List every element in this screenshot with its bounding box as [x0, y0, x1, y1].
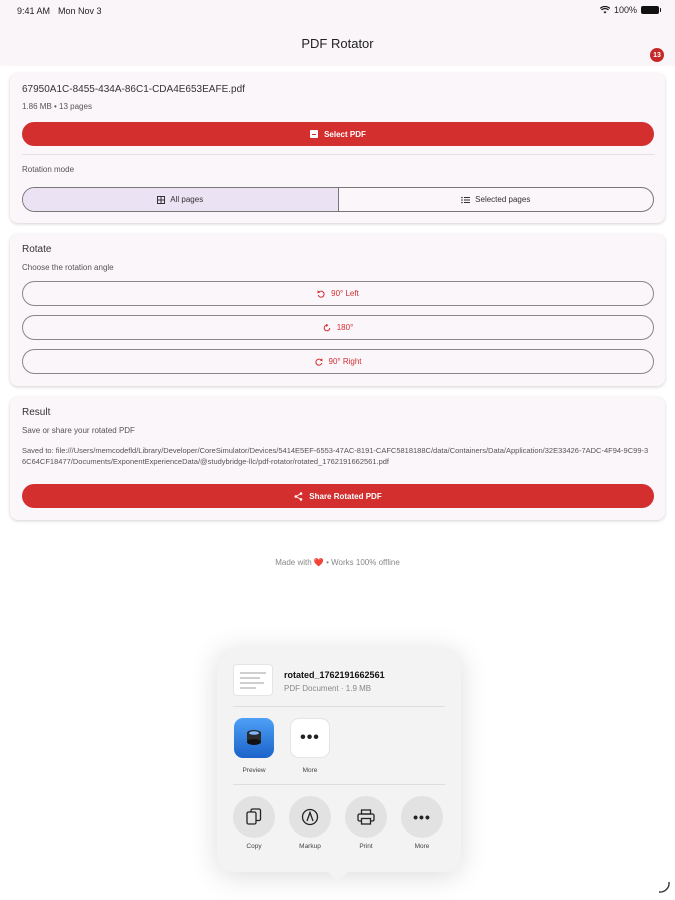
action-more[interactable]: ••• More	[401, 796, 443, 850]
share-app-more[interactable]: ••• More	[290, 718, 330, 774]
sheet-divider	[233, 784, 445, 785]
file-name: 67950A1C-8455-434A-86C1-CDA4E653EAFE.pdf	[22, 84, 245, 95]
battery-icon	[641, 6, 661, 14]
rotate-180-button[interactable]: 180°	[22, 315, 654, 340]
mode-selected-pages[interactable]: Selected pages	[337, 188, 654, 211]
rotate-left-label: 90° Left	[331, 289, 359, 298]
copy-icon	[233, 796, 275, 838]
sheet-divider	[233, 706, 445, 707]
rotate-title: Rotate	[22, 244, 52, 255]
notification-badge[interactable]: 13	[650, 48, 664, 62]
print-label: Print	[359, 843, 373, 850]
nav-bar: PDF Rotator	[0, 22, 675, 66]
shared-document-name: rotated_1762191662561	[284, 670, 385, 680]
mode-selected-pages-label: Selected pages	[475, 195, 531, 204]
more-apps-icon: •••	[290, 718, 330, 758]
footer: Made with ❤️ • Works 100% offline	[0, 558, 675, 567]
rotate-180-icon	[323, 323, 331, 331]
rotate-right-label: 90° Right	[328, 357, 362, 366]
preview-app-label: Preview	[242, 767, 266, 774]
page-title: PDF Rotator	[301, 36, 374, 51]
grid-icon	[157, 195, 166, 204]
status-time: 9:41 AM	[17, 6, 51, 16]
file-info: 1.86 MB • 13 pages	[22, 102, 92, 111]
select-pdf-label: Select PDF	[324, 129, 366, 139]
share-app-preview[interactable]: Preview	[234, 718, 274, 774]
rotate-right-button[interactable]: 90° Right	[22, 349, 654, 374]
rotation-mode-label: Rotation mode	[22, 165, 75, 174]
share-sheet: rotated_1762191662561 PDF Document · 1.9…	[217, 648, 461, 872]
more-label: More	[414, 843, 430, 850]
footer-prefix: Made with	[275, 558, 312, 567]
document-icon	[310, 130, 319, 138]
more-apps-label: More	[302, 767, 318, 774]
rotate-left-icon	[317, 289, 325, 298]
result-title: Result	[22, 407, 51, 418]
mode-all-pages-label: All pages	[170, 195, 204, 204]
status-right: 100%	[599, 5, 661, 15]
action-markup[interactable]: Markup	[289, 796, 331, 850]
mode-all-pages[interactable]: All pages	[23, 188, 338, 211]
copy-label: Copy	[246, 843, 262, 850]
result-card: Result Save or share your rotated PDF Sa…	[10, 397, 665, 520]
print-icon	[345, 796, 387, 838]
markup-label: Markup	[299, 843, 321, 850]
rotation-mode-segmented: All pages Selected pages	[22, 187, 654, 212]
action-print[interactable]: Print	[345, 796, 387, 850]
divider	[22, 154, 655, 155]
more-icon: •••	[401, 796, 443, 838]
battery-percent: 100%	[613, 5, 637, 15]
preview-app-icon	[234, 718, 274, 758]
spinner-icon	[658, 881, 670, 893]
share-icon	[294, 491, 303, 501]
action-copy[interactable]: Copy	[233, 796, 275, 850]
rotate-left-button[interactable]: 90° Left	[22, 281, 654, 306]
rotate-card: Rotate Choose the rotation angle 90° Lef…	[10, 234, 665, 386]
result-subtitle: Save or share your rotated PDF	[22, 426, 135, 435]
heart-icon: ❤️	[313, 558, 324, 567]
status-date: Mon Nov 3	[58, 6, 102, 16]
select-pdf-button[interactable]: Select PDF	[22, 122, 654, 146]
wifi-icon	[599, 6, 610, 14]
saved-path: Saved to: file:///Users/memcodefld/Libra…	[22, 446, 649, 466]
rotate-180-label: 180°	[336, 323, 354, 332]
rotate-subtitle: Choose the rotation angle	[22, 263, 114, 272]
footer-suffix: • Works 100% offline	[326, 558, 400, 567]
share-rotated-pdf-label: Share Rotated PDF	[309, 491, 382, 501]
rotate-right-icon	[314, 357, 323, 366]
document-thumbnail	[233, 664, 273, 696]
markup-icon	[289, 796, 331, 838]
status-bar: 9:41 AM Mon Nov 3 100%	[0, 0, 675, 22]
shared-document-meta: PDF Document · 1.9 MB	[284, 684, 372, 693]
file-card: 67950A1C-8455-434A-86C1-CDA4E653EAFE.pdf…	[10, 73, 665, 223]
list-icon	[461, 196, 471, 203]
share-rotated-pdf-button[interactable]: Share Rotated PDF	[22, 484, 654, 508]
